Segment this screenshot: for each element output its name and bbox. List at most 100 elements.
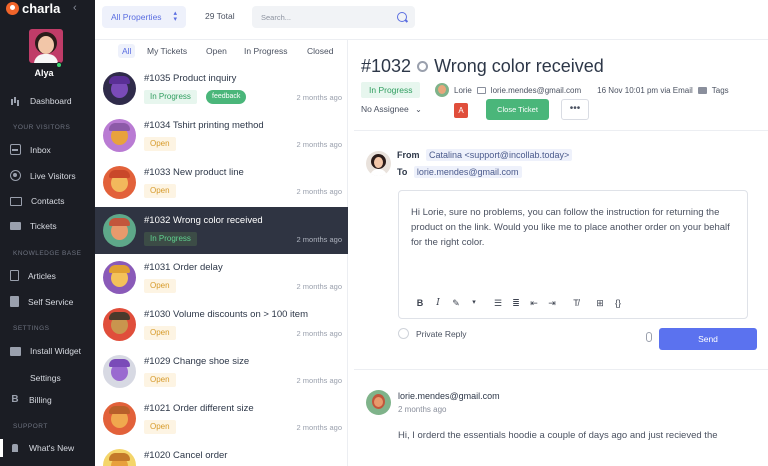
highlight-icon[interactable]: ✎ [447, 296, 465, 310]
code-icon[interactable]: {} [609, 296, 627, 310]
filter-all[interactable]: All [118, 44, 136, 58]
reply-editor[interactable]: Hi Lorie, sure no problems, you can foll… [398, 190, 748, 319]
bullet-list-icon[interactable]: ☰ [489, 296, 507, 310]
ticket-item[interactable]: #1034 Tshirt printing method Open 2 mont… [95, 112, 348, 159]
sidebar-item-dashboard[interactable]: Dashboard [10, 95, 72, 106]
ticket-list: All My Tickets Open In Progress Closed #… [95, 40, 348, 466]
tag-icon[interactable] [697, 86, 707, 94]
close-ticket-button[interactable]: Close Ticket [486, 99, 549, 120]
contacts-icon [10, 196, 22, 206]
numbered-list-icon[interactable]: ≣ [507, 296, 525, 310]
assignee-value: No Assignee [361, 104, 409, 114]
ticket-item[interactable]: #1030 Volume discounts on > 100 item Ope… [95, 301, 348, 348]
ticket-number: #1032 [361, 56, 412, 76]
ticket-item[interactable]: #1021 Order different size Open 2 months… [95, 395, 348, 442]
sidebar-item-contacts[interactable]: Contacts [10, 196, 65, 206]
inbox-icon [10, 144, 21, 155]
ticket-title: #1029 Change shoe size [144, 356, 250, 367]
charla-logo-icon [6, 1, 19, 15]
ticket-time: 2 months ago [296, 93, 342, 102]
search-input[interactable] [261, 10, 381, 24]
sidebar-item-tickets[interactable]: Tickets [10, 221, 57, 231]
ticket-title: #1020 Cancel order [144, 450, 228, 461]
ticket-meta: Lorie lorie.mendes@gmail.com 16 Nov 10:0… [435, 82, 729, 98]
chevron-updown-icon: ▴ ▾ [173, 10, 177, 23]
sidebar-item-whats-new[interactable]: What's New [10, 443, 74, 453]
divider [354, 130, 768, 131]
filter-open[interactable]: Open [202, 44, 231, 58]
filter-closed[interactable]: Closed [303, 44, 337, 58]
private-reply-option[interactable]: Private Reply [398, 328, 467, 339]
assignee-avatar-badge[interactable]: A [454, 103, 468, 118]
brand-logo[interactable]: charla [6, 0, 60, 16]
outdent-icon[interactable]: ⇤ [525, 296, 543, 310]
ticket-total: 29 Total [205, 11, 235, 21]
ticket-status-badge[interactable]: In Progress [361, 82, 421, 98]
sidebar-item-settings[interactable]: Settings [10, 372, 61, 383]
tags-label[interactable]: Tags [712, 86, 729, 95]
ticket-status-badge: Open [144, 373, 176, 387]
search-box[interactable] [252, 6, 415, 28]
private-reply-radio[interactable] [398, 328, 409, 339]
to-field[interactable]: lorie.mendes@gmail.com [413, 166, 522, 178]
ticket-item-selected[interactable]: #1032 Wrong color received In Progress 2… [95, 207, 348, 254]
from-field[interactable]: Catalina <support@incollab.today> [426, 149, 573, 161]
reply-text[interactable]: Hi Lorie, sure no problems, you can foll… [411, 205, 736, 250]
section-label: SETTINGS [13, 325, 50, 332]
ticket-item[interactable]: #1031 Order delay Open 2 months ago [95, 254, 348, 301]
brand-name: charla [22, 0, 61, 16]
sidebar-item-label: Articles [28, 270, 56, 281]
sidebar-item-self-service[interactable]: Self Service [10, 296, 73, 307]
contact-email[interactable]: lorie.mendes@gmail.com [491, 86, 581, 95]
sidebar-item-articles[interactable]: Articles [10, 270, 56, 281]
article-icon [10, 270, 19, 281]
section-label: SUPPORT [13, 423, 48, 430]
ticket-status-badge: In Progress [144, 90, 197, 104]
ticket-item[interactable]: #1020 Cancel order [95, 442, 348, 466]
bar-chart-icon [10, 95, 21, 106]
collapse-sidebar-icon[interactable]: ‹ [73, 2, 77, 14]
sidebar-item-label: Dashboard [30, 95, 72, 106]
customer-avatar [366, 390, 391, 415]
sidebar-item-label: Inbox [30, 144, 51, 155]
ticket-time: 2 months ago [296, 282, 342, 291]
filter-in-progress[interactable]: In Progress [240, 44, 291, 58]
ticket-title: #1031 Order delay [144, 262, 223, 273]
search-icon[interactable] [397, 12, 407, 22]
ticket-avatar [103, 119, 136, 152]
ticket-status-badge: Open [144, 279, 176, 293]
ticket-title: #1021 Order different size [144, 403, 254, 414]
bold-icon[interactable]: B [411, 296, 429, 310]
filter-my-tickets[interactable]: My Tickets [143, 44, 191, 58]
ticket-item[interactable]: #1033 New product line Open 2 months ago [95, 159, 348, 206]
ticket-status-badge: Open [144, 326, 176, 340]
status-ring-icon [417, 61, 429, 72]
ticket-item[interactable]: #1035 Product inquiry In Progress feedba… [95, 65, 348, 112]
ticket-item[interactable]: #1029 Change shoe size Open 2 months ago [95, 348, 348, 395]
sidebar-item-install-widget[interactable]: Install Widget [10, 346, 81, 356]
attachment-icon[interactable] [646, 332, 652, 342]
sidebar-item-billing[interactable]: B Billing [10, 394, 51, 405]
sidebar-item-label: Contacts [31, 196, 65, 206]
ticket-time: 2 months ago [296, 423, 342, 432]
assignee-select[interactable]: No Assignee ⌄ [361, 104, 422, 114]
user-avatar[interactable] [29, 29, 63, 63]
clear-format-icon[interactable]: T̸ [567, 296, 585, 310]
contact-avatar [435, 83, 449, 97]
more-options-button[interactable]: ••• [561, 99, 589, 120]
property-select[interactable]: All Properties ▴ ▾ [102, 6, 186, 28]
sidebar-item-label: What's New [29, 443, 75, 453]
italic-icon[interactable]: I [429, 296, 447, 310]
from-label: From [397, 150, 420, 160]
user-name: Alya [34, 68, 54, 78]
ticket-detail: #1032 Wrong color received In Progress L… [348, 40, 768, 466]
sidebar: charla ‹ Alya Dashboard YOUR VISITORS In… [0, 0, 95, 466]
sidebar-item-label: Settings [30, 372, 61, 383]
sidebar-item-inbox[interactable]: Inbox [10, 144, 51, 155]
send-button[interactable]: Send [659, 328, 757, 350]
table-icon[interactable]: ⊞ [591, 296, 609, 310]
chevron-down-icon[interactable]: ▾ [465, 296, 483, 310]
indent-icon[interactable]: ⇥ [543, 296, 561, 310]
sidebar-item-live-visitors[interactable]: Live Visitors [10, 170, 76, 181]
sidebar-item-label: Self Service [28, 296, 74, 307]
